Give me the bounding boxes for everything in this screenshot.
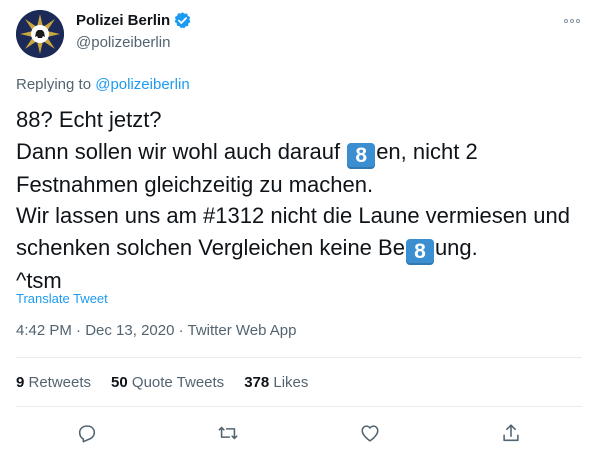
replying-to-line: Replying to @polizeiberlin — [16, 76, 190, 93]
likes-label: Likes — [269, 374, 309, 391]
police-star-bear-emblem — [16, 10, 64, 58]
replying-prefix: Replying to — [16, 76, 96, 93]
divider — [16, 357, 582, 358]
keycap-eight-emoji: 8 — [347, 142, 376, 169]
quote-tweets-label: Quote Tweets — [127, 374, 225, 391]
tweet-text: 88? Echt jetzt? Dann sollen wir wohl auc… — [16, 104, 582, 296]
like-icon[interactable] — [359, 422, 381, 444]
tweet-line: Wir lassen uns am #1312 nicht die Laune … — [16, 203, 570, 229]
tweet-card: Polizei Berlin @polizeiberlin Replying t… — [0, 0, 598, 456]
share-icon[interactable] — [500, 422, 522, 444]
tweet-metadata: 4:42 PM · Dec 13, 2020 · Twitter Web App — [16, 322, 296, 339]
author-name-row: Polizei Berlin — [76, 11, 192, 30]
text-segment: en, nicht 2 — [376, 138, 478, 164]
author-handle[interactable]: @polizeiberlin — [76, 34, 170, 51]
keycap-eight-emoji: 8 — [405, 238, 434, 265]
text-segment: ung. — [434, 234, 478, 260]
verified-badge-icon — [174, 12, 191, 29]
avatar[interactable] — [16, 10, 64, 58]
likes-stat[interactable]: 378 Likes — [244, 374, 308, 391]
tweet-line: schenken solchen Vergleichen keine Be 8 un… — [16, 232, 582, 265]
tweet-line: Festnahmen gleichzeitig zu machen. — [16, 171, 374, 197]
retweets-stat[interactable]: 9 Retweets — [16, 374, 91, 391]
dot-icon — [576, 19, 580, 23]
likes-count: 378 — [244, 374, 270, 391]
reply-mention-link[interactable]: @polizeiberlin — [95, 76, 189, 93]
tweet-source[interactable]: Twitter Web App — [188, 322, 297, 339]
retweets-label: Retweets — [24, 374, 92, 391]
quote-tweets-stat[interactable]: 50 Quote Tweets — [111, 374, 224, 391]
tweet-date[interactable]: Dec 13, 2020 — [85, 322, 174, 339]
tweet-line: 88? Echt jetzt? — [16, 107, 162, 132]
dot-icon — [564, 19, 568, 23]
reply-icon[interactable] — [76, 422, 98, 444]
engagement-stats: 9 Retweets 50 Quote Tweets 378 Likes — [16, 374, 308, 391]
display-name[interactable]: Polizei Berlin — [76, 12, 170, 29]
separator: · — [174, 322, 188, 339]
translate-tweet-link[interactable]: Translate Tweet — [16, 291, 108, 306]
tweet-line: Dann sollen wir wohl auch darauf 8 en, ni… — [16, 136, 582, 169]
retweet-icon[interactable] — [217, 422, 239, 444]
divider — [16, 406, 582, 407]
text-segment: Dann sollen wir wohl auch darauf — [16, 138, 347, 164]
quote-tweets-count: 50 — [111, 374, 128, 391]
more-options-icon[interactable] — [562, 15, 582, 27]
tweet-time[interactable]: 4:42 PM — [16, 322, 72, 339]
dot-icon — [570, 19, 574, 23]
action-bar — [16, 418, 582, 448]
text-segment: schenken solchen Vergleichen keine Be — [16, 234, 405, 260]
separator: · — [71, 322, 86, 339]
